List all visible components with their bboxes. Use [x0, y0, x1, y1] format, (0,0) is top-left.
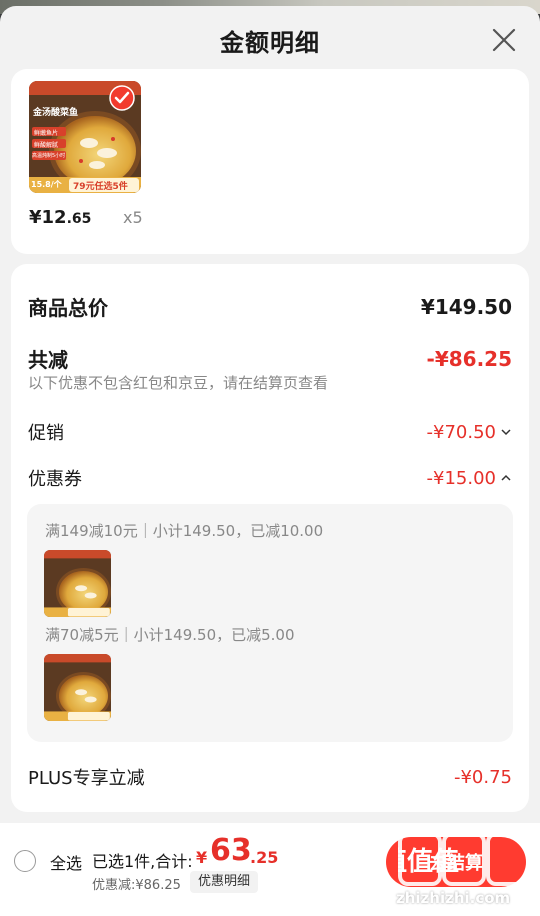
product-image: [44, 550, 111, 617]
plus-label: PLUS专享立减: [28, 768, 145, 789]
reduction-row: 共减 -¥86.25: [28, 344, 512, 373]
thumb-tag-2: 鲜酸解腻: [34, 142, 59, 149]
product-card: 金汤酸菜鱼 鲜嫩鱼片 鲜酸解腻 高温炖制5小时 15.8/个 79元任选5件 ¥…: [11, 69, 529, 254]
thumb-tag-3: 高温炖制5小时: [32, 153, 66, 159]
product-image: [44, 654, 111, 721]
sheet-title: 金额明细: [220, 28, 320, 57]
reduction-label: 共减: [28, 348, 68, 372]
thumb-title: 金汤酸菜鱼: [33, 108, 79, 118]
unit-price: ¥12.65: [29, 207, 91, 228]
goods-total-label: 商品总价: [28, 296, 108, 320]
checked-icon[interactable]: [109, 85, 135, 111]
discount-detail-button[interactable]: 优惠明细: [190, 871, 259, 893]
promo-label: 促销: [28, 423, 64, 444]
coupon-product-thumbnail[interactable]: [44, 550, 111, 617]
select-all-label[interactable]: 全选: [50, 850, 82, 874]
coupon-row[interactable]: 优惠券 -¥15.00: [28, 465, 512, 491]
thumb-tag-1: 鲜嫩鱼片: [34, 130, 59, 137]
quantity: x5: [123, 208, 143, 227]
plus-row: PLUS专享立减 -¥0.75: [28, 764, 512, 790]
price-dec: .65: [66, 211, 92, 227]
sheet-header: 金额明细: [0, 6, 540, 74]
chevron-up-icon[interactable]: [500, 472, 512, 484]
reduction-value: -¥86.25: [426, 346, 512, 371]
selected-count-text: 已选1件,合计:: [92, 852, 193, 871]
coupon-line: 满70减5元｜小计149.50，已减5.00: [45, 626, 295, 644]
total-dec: .25: [250, 848, 279, 867]
price-int: 12: [41, 207, 67, 228]
discount-total-text: 优惠减:¥86.25: [92, 878, 181, 893]
checkout-button[interactable]: 去结算: [386, 837, 526, 887]
coupon-value: -¥15.00: [426, 467, 496, 489]
select-all-radio[interactable]: [14, 850, 36, 872]
coupon-line: 满149减10元｜小计149.50，已减10.00: [45, 522, 324, 540]
goods-total-value: ¥149.50: [420, 294, 512, 319]
watermark-text: zhizhizhi.com: [396, 889, 511, 907]
promo-row[interactable]: 促销 -¥70.50: [28, 419, 512, 445]
thumb-promo: 79元任选5件: [73, 182, 128, 192]
product-thumbnail[interactable]: 金汤酸菜鱼 鲜嫩鱼片 鲜酸解腻 高温炖制5小时 15.8/个 79元任选5件: [29, 81, 141, 193]
price-symbol: ¥: [29, 207, 42, 228]
total-int: 63: [210, 833, 252, 868]
checkout-label: 去结算: [429, 853, 483, 874]
goods-total-row: 商品总价 ¥149.50: [28, 292, 512, 321]
close-icon[interactable]: [490, 26, 518, 54]
coupon-product-thumbnail[interactable]: [44, 654, 111, 721]
coupon-label: 优惠券: [28, 469, 82, 490]
promo-value: -¥70.50: [426, 421, 496, 443]
coupon-detail-box: 满149减10元｜小计149.50，已减10.00 满70减5元｜小计149.5…: [27, 504, 513, 742]
chevron-down-icon[interactable]: [500, 426, 512, 438]
discount-note: 以下优惠不包含红包和京豆，请在结算页查看: [28, 374, 329, 392]
thumb-price-tag: 15.8/个: [31, 180, 62, 189]
total-symbol: ¥: [196, 848, 208, 867]
price-detail-card: 商品总价 ¥149.50 共减 -¥86.25 以下优惠不包含红包和京豆，请在结…: [11, 264, 529, 812]
plus-value: -¥0.75: [453, 766, 512, 788]
